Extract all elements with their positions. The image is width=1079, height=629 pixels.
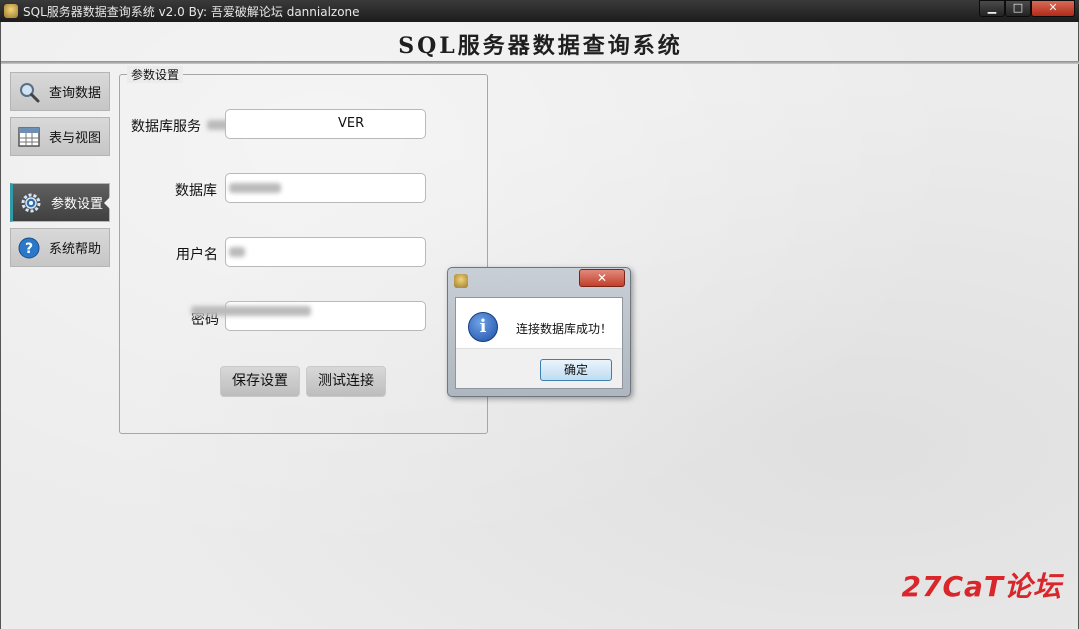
sidebar-item-settings[interactable]: 参数设置 <box>10 183 110 222</box>
dialog-ok-button[interactable]: 确定 <box>540 359 612 381</box>
test-connection-button[interactable]: 测试连接 <box>306 366 386 397</box>
redaction-blur <box>229 247 245 257</box>
site-watermark: 27CaT论坛 <box>901 570 1062 603</box>
table-icon <box>17 125 41 149</box>
message-dialog: ✕ i 连接数据库成功！ 确定 <box>447 267 631 397</box>
username-label: 用户名 <box>176 247 218 263</box>
maximize-button[interactable]: □ <box>1005 0 1031 17</box>
sidebar-item-help[interactable]: ? 系统帮助 <box>10 228 110 267</box>
username-input[interactable] <box>225 237 426 267</box>
svg-text:?: ? <box>25 241 33 257</box>
window-title: SQL服务器数据查询系统 v2.0 By: 吾爱破解论坛 dannialzone <box>23 4 360 19</box>
server-label: 数据库服务 <box>131 119 201 135</box>
sidebar-item-label: 系统帮助 <box>49 242 102 257</box>
magnifier-icon <box>17 80 41 104</box>
dialog-footer: 确定 <box>456 348 622 388</box>
close-button[interactable]: ✕ <box>1031 0 1075 17</box>
database-label: 数据库 <box>175 183 217 199</box>
app-icon <box>4 4 18 18</box>
minimize-button[interactable]: ▁ <box>979 0 1005 17</box>
sidebar-item-tables[interactable]: 表与视图 <box>10 117 110 156</box>
window-titlebar: SQL服务器数据查询系统 v2.0 By: 吾爱破解论坛 dannialzone… <box>0 0 1079 22</box>
dialog-app-icon <box>454 274 468 288</box>
sidebar-item-label: 查询数据 <box>49 86 102 101</box>
window-controls: ▁ □ ✕ <box>979 0 1075 17</box>
dialog-body: i 连接数据库成功！ 确定 <box>455 297 623 389</box>
app-heading: SQL服务器数据查询系统 <box>398 33 683 59</box>
sidebar-item-label: 参数设置 <box>51 197 104 212</box>
server-input-value: VER <box>338 116 365 131</box>
dialog-message: 连接数据库成功！ <box>516 322 613 336</box>
heading-divider <box>1 61 1079 64</box>
sidebar-item-query[interactable]: 查询数据 <box>10 72 110 111</box>
sidebar-item-label: 表与视图 <box>49 131 102 146</box>
gear-icon <box>19 191 43 215</box>
save-settings-button[interactable]: 保存设置 <box>220 366 300 397</box>
redaction-blur <box>191 306 311 316</box>
help-icon: ? <box>17 236 41 260</box>
settings-group-title: 参数设置 <box>127 66 184 83</box>
server-input[interactable]: VER <box>225 109 426 139</box>
info-icon: i <box>468 312 498 342</box>
redaction-blur <box>229 183 281 193</box>
dialog-close-button[interactable]: ✕ <box>579 269 625 287</box>
